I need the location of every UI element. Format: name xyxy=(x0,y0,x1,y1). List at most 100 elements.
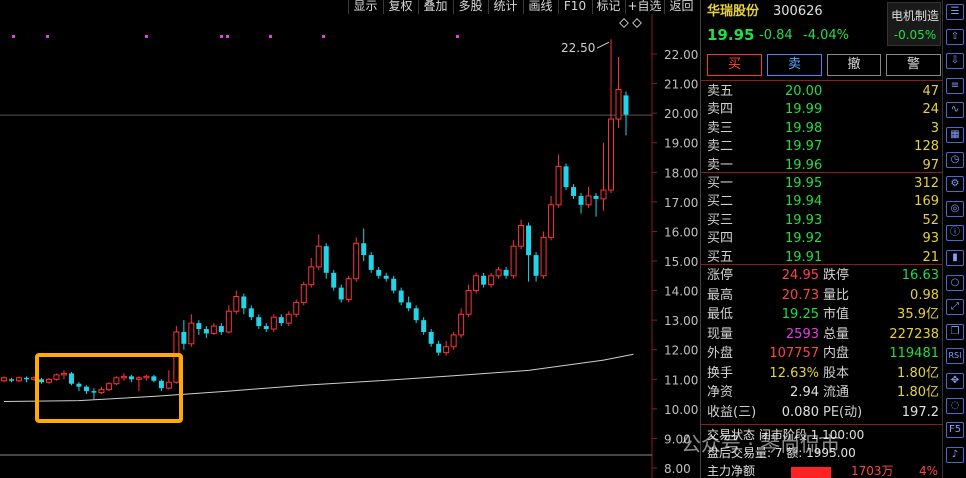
up-icon[interactable]: ⇧ xyxy=(946,28,964,45)
price-row: 19.95 -0.84 -4.04% xyxy=(701,26,943,45)
candle-body xyxy=(263,326,269,330)
candle-body xyxy=(151,376,157,381)
buy-button[interactable]: 买 xyxy=(707,54,762,76)
toolbar-button-8[interactable]: +自选 xyxy=(625,0,663,14)
bids-label: 买二 xyxy=(707,194,734,210)
asks-row[interactable]: 卖三 19.98 3 xyxy=(701,119,943,138)
price-change-pct: -4.04% xyxy=(803,28,849,43)
event-marker xyxy=(145,35,148,38)
expand-icon[interactable]: ⤢ xyxy=(946,299,964,316)
rsi-icon[interactable]: RSI xyxy=(946,348,964,365)
stat-label: 收益(三) xyxy=(707,404,757,420)
grid-icon[interactable]: ▦ xyxy=(946,127,964,143)
asks-row[interactable]: 卖二 19.97 128 xyxy=(701,137,943,156)
candle-body xyxy=(181,331,187,344)
stat-value: 16.63 xyxy=(901,268,939,283)
bids-row[interactable]: 买二 19.94 169 xyxy=(701,192,943,211)
asks-volume: 47 xyxy=(922,84,939,99)
info-icon[interactable]: ⓘ xyxy=(946,225,964,242)
list-icon[interactable]: ≡ xyxy=(946,77,964,94)
stats-row: 外盘 107757 内盘 119481 xyxy=(701,344,943,363)
toolbar-button-2[interactable]: 叠加 xyxy=(418,0,452,14)
asks-row[interactable]: 卖四 19.99 24 xyxy=(701,100,943,119)
candle-body xyxy=(173,331,180,383)
moving-average-line xyxy=(3,353,634,402)
stat-label: 跌停 xyxy=(823,268,850,283)
y-tick-label: 22.00 xyxy=(664,48,698,62)
candle-body xyxy=(353,242,360,280)
candle-body xyxy=(203,329,209,334)
toolbar-button-9[interactable]: 返回 xyxy=(664,0,698,14)
toolbar-button-5[interactable]: 画线 xyxy=(523,0,557,14)
stat-value: 20.73 xyxy=(781,287,819,303)
candle-body xyxy=(120,375,127,379)
stat-label: 内盘 xyxy=(823,346,850,361)
candle-body xyxy=(233,295,240,312)
candle-body xyxy=(623,95,629,115)
candle-body xyxy=(285,313,292,324)
down-icon[interactable]: ⇩ xyxy=(946,53,964,70)
candle-body xyxy=(555,165,562,206)
y-tick-label: 14.00 xyxy=(664,285,698,299)
line-chart-icon[interactable]: ∿ xyxy=(946,102,964,119)
bids-row[interactable]: 买三 19.93 52 xyxy=(701,211,943,230)
candle-body xyxy=(465,290,472,315)
target-icon[interactable]: ◎ xyxy=(946,200,964,217)
y-tick-label: 21.00 xyxy=(664,78,698,92)
chart-canvas[interactable]: 22.00 21.00 20.00 19.00 18.00 17.00 16.00 15.00… xyxy=(0,14,700,478)
candle-body xyxy=(8,379,14,381)
candle-body xyxy=(1,377,7,382)
stat-value: 19.25 xyxy=(781,307,819,322)
copy-icon[interactable]: ❐ xyxy=(946,323,964,340)
alert-button[interactable]: 警 xyxy=(886,54,941,76)
bell-icon[interactable]: ♪ xyxy=(946,446,964,463)
candle-body xyxy=(210,325,217,334)
bids-label: 买四 xyxy=(707,231,734,247)
circle2-icon[interactable]: ◌ xyxy=(946,397,964,414)
candle-body xyxy=(83,386,89,392)
toolbar-button-6[interactable]: F10 xyxy=(558,0,591,14)
y-tick-label: 12.00 xyxy=(664,344,698,358)
candle-body xyxy=(158,380,164,389)
y-tick-label: 17.00 xyxy=(664,196,698,210)
price-change: -0.84 xyxy=(759,28,793,43)
bids-volume: 93 xyxy=(922,231,939,247)
sell-button[interactable]: 卖 xyxy=(767,54,822,76)
bids-row[interactable]: 买一 19.95 312 xyxy=(701,174,943,193)
menu-icon[interactable]: ☰ xyxy=(946,4,964,20)
asks-row[interactable]: 卖五 20.00 47 xyxy=(701,82,943,101)
stat-label: 最高 xyxy=(707,287,734,303)
candle-body xyxy=(443,346,450,354)
candle-body xyxy=(436,343,442,353)
move-icon[interactable]: ✥ xyxy=(946,373,964,389)
candle-body xyxy=(368,255,374,270)
toolbar-button-1[interactable]: 复权 xyxy=(383,0,417,14)
candle-body xyxy=(105,383,112,391)
asks-label: 卖三 xyxy=(707,120,734,136)
candle-body xyxy=(165,381,172,389)
separator xyxy=(701,80,943,81)
candle-body xyxy=(45,378,52,383)
separator xyxy=(701,172,943,173)
candle-body xyxy=(38,379,44,383)
bar-icon[interactable]: ▮ xyxy=(946,250,964,266)
clock-icon[interactable]: ◷ xyxy=(946,151,964,168)
stat-label: 净资 xyxy=(707,385,734,400)
cancel-button[interactable]: 撤 xyxy=(827,54,881,76)
circle-icon[interactable]: ○ xyxy=(946,274,964,291)
toolbar-button-0[interactable]: 显示 xyxy=(348,0,382,14)
candle-body xyxy=(585,195,592,206)
candle-body xyxy=(76,383,82,387)
stat-value: 35.9亿 xyxy=(897,307,939,322)
toolbar-button-4[interactable]: 统计 xyxy=(488,0,522,14)
stat-value: 197.2 xyxy=(901,404,939,420)
toolbar-button-3[interactable]: 多股 xyxy=(453,0,487,14)
watermark: 公众号 · 琴尚侃市 xyxy=(681,432,841,456)
gear-icon[interactable]: ⚙ xyxy=(946,176,964,193)
top-toolbar: 显示 复权 叠加 多股 统计 画线 F10 标记 +自选 返回 xyxy=(0,0,700,14)
f5-icon[interactable]: F5 xyxy=(946,422,964,439)
toolbar-button-7[interactable]: 标记 xyxy=(592,0,624,14)
bids-row[interactable]: 买四 19.92 93 xyxy=(701,229,943,248)
candlestick-chart[interactable]: 22.00 21.00 20.00 19.00 18.00 17.00 16.00 15.00… xyxy=(0,14,700,478)
event-marker xyxy=(220,35,223,38)
